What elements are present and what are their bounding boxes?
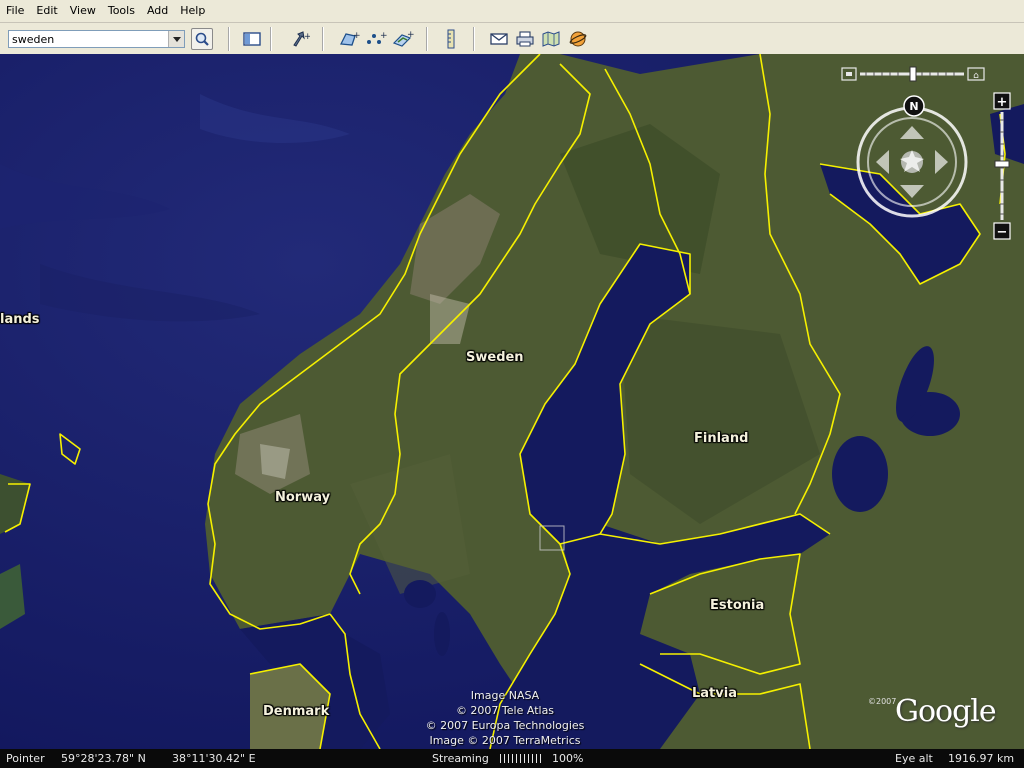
menu-tools[interactable]: Tools — [102, 0, 141, 22]
svg-text:+: + — [353, 31, 360, 41]
zoom-control[interactable]: + − — [993, 92, 1013, 242]
logo-copyright: ©2007 — [868, 697, 897, 706]
label-sweden[interactable]: Sweden — [466, 350, 524, 365]
placemark-icon: + — [293, 31, 310, 47]
add-polygon-button[interactable]: + — [338, 28, 360, 50]
streaming-label: Streaming — [432, 752, 489, 765]
search-input[interactable] — [9, 31, 169, 47]
imagery-attribution: Image NASA © 2007 Tele Atlas © 2007 Euro… — [415, 688, 595, 748]
pointer-longitude: 38°11'30.42" E — [172, 752, 256, 765]
label-estonia[interactable]: Estonia — [710, 598, 764, 613]
label-finland[interactable]: Finland — [694, 431, 748, 446]
menu-view[interactable]: View — [64, 0, 102, 22]
pointer-latitude: 59°28'23.78" N — [61, 752, 146, 765]
label-islands[interactable]: lands — [0, 312, 40, 327]
menu-help[interactable]: Help — [174, 0, 211, 22]
tilt-slider-thumb — [909, 66, 917, 82]
sky-icon — [569, 31, 587, 47]
navigation-controls[interactable]: ⌂ N — [840, 64, 990, 254]
label-latvia[interactable]: Latvia — [692, 686, 737, 701]
print-icon — [516, 31, 534, 47]
sidebar-icon — [243, 32, 261, 46]
ruler-icon — [447, 29, 455, 49]
lake-vattern — [434, 612, 450, 656]
menu-file[interactable]: File — [0, 0, 30, 22]
label-norway[interactable]: Norway — [275, 490, 330, 505]
toolbar-separator — [426, 27, 428, 51]
add-image-overlay-button[interactable]: + — [392, 28, 414, 50]
polygon-icon: + — [339, 31, 360, 46]
toggle-sidebar-button[interactable] — [241, 28, 263, 50]
pan-down-arrow — [900, 185, 924, 198]
print-button[interactable] — [514, 28, 536, 50]
google-logo: Google — [895, 694, 997, 729]
pointer-label: Pointer — [6, 752, 45, 765]
pan-up-arrow — [900, 126, 924, 139]
lake-vanern — [404, 580, 436, 608]
eye-alt-label: Eye alt — [895, 752, 933, 765]
pan-left-arrow — [876, 150, 889, 174]
menu-bar: File Edit View Tools Add Help — [0, 0, 1024, 23]
search-button[interactable] — [191, 28, 213, 50]
toolbar-separator — [228, 27, 230, 51]
add-path-button[interactable]: + — [365, 28, 387, 50]
menu-edit[interactable]: Edit — [30, 0, 63, 22]
earth-view[interactable]: lands Sweden Norway Finland Estonia Latv… — [0, 54, 1024, 749]
ruler-button[interactable] — [440, 28, 462, 50]
switch-to-sky-button[interactable] — [567, 28, 589, 50]
streaming-percent: 100% — [552, 752, 584, 765]
view-in-maps-button[interactable] — [540, 28, 562, 50]
svg-text:+: + — [304, 32, 310, 42]
toolbar-separator — [322, 27, 324, 51]
email-icon — [490, 33, 508, 45]
svg-text:+: + — [380, 31, 387, 41]
attribution-line: Image © 2007 TerraMetrics — [429, 734, 581, 747]
svg-text:⌂: ⌂ — [973, 71, 979, 81]
path-icon: + — [367, 31, 387, 44]
attribution-line: Image NASA — [470, 689, 540, 702]
lake-peipus — [832, 436, 888, 512]
attribution-line: © 2007 Europa Technologies — [425, 719, 585, 732]
toolbar: + + + + — [0, 23, 1024, 55]
tilt-slider[interactable]: ⌂ — [841, 66, 985, 82]
search-history-dropdown[interactable] — [168, 31, 184, 47]
pan-right-arrow — [935, 150, 948, 174]
zoom-in-icon: + — [997, 95, 1008, 110]
status-bar: Pointer 59°28'23.78" N 38°11'30.42" E St… — [0, 749, 1024, 768]
magnifier-icon — [195, 32, 209, 46]
toolbar-separator — [473, 27, 475, 51]
add-placemark-button[interactable]: + — [289, 28, 311, 50]
maps-icon — [542, 31, 560, 47]
search-combobox[interactable] — [8, 30, 185, 48]
streaming-progress-bar — [500, 754, 542, 763]
zoom-out-icon: − — [997, 225, 1008, 240]
zoom-slider-thumb — [994, 160, 1010, 168]
attribution-line: © 2007 Tele Atlas — [455, 704, 555, 717]
joystick-center[interactable] — [900, 150, 924, 173]
menu-add[interactable]: Add — [141, 0, 174, 22]
toolbar-separator — [270, 27, 272, 51]
image-overlay-icon: + — [392, 30, 414, 47]
eye-alt-value: 1916.97 km — [948, 752, 1015, 765]
email-button[interactable] — [488, 28, 510, 50]
svg-text:+: + — [407, 30, 414, 40]
label-denmark[interactable]: Denmark — [263, 704, 329, 719]
north-label: N — [909, 100, 918, 113]
